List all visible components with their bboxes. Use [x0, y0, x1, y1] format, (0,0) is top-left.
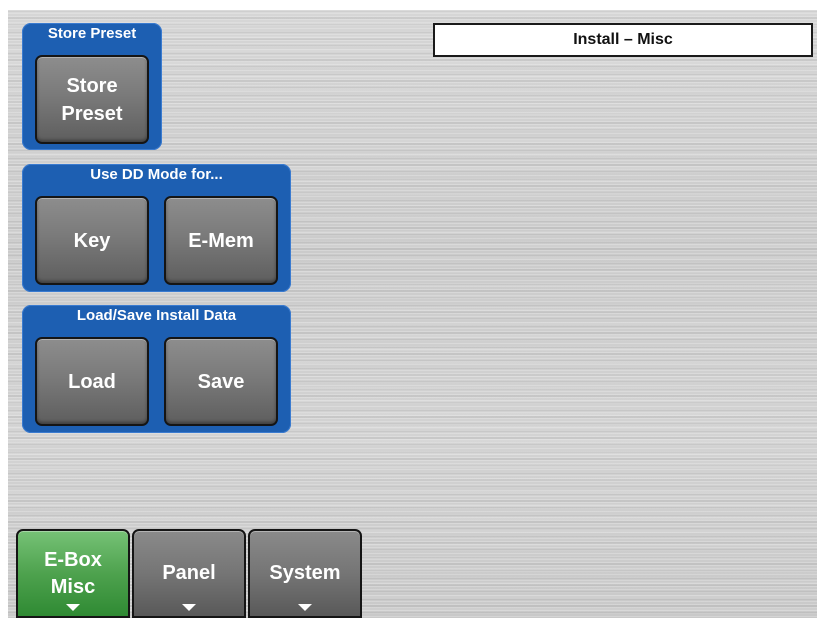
store-preset-button-line1: Store [66, 74, 118, 97]
dd-mode-group-title: Use DD Mode for... [90, 166, 223, 183]
key-button[interactable]: Key [35, 196, 149, 285]
e-mem-button-label: E-Mem [188, 229, 254, 252]
tab-e-box-misc-line1: E-Box [44, 548, 102, 571]
dropdown-arrow-icon [182, 604, 196, 611]
save-button-label: Save [197, 370, 245, 393]
menu-screen: Install – Misc Store Preset Store Preset… [8, 10, 817, 618]
load-button[interactable]: Load [35, 337, 149, 426]
store-preset-group-title: Store Preset [47, 25, 137, 42]
save-button[interactable]: Save [164, 337, 278, 426]
load-button-label: Load [68, 370, 116, 393]
dd-mode-group: Use DD Mode for... Key E-Mem [22, 164, 291, 292]
e-mem-button[interactable]: E-Mem [164, 196, 278, 285]
tab-system-label: System [269, 562, 341, 584]
tab-e-box-misc-line2: Misc [50, 575, 96, 598]
tab-panel[interactable]: Panel [132, 529, 246, 618]
install-data-group-title: Load/Save Install Data [76, 307, 237, 324]
store-preset-button-line2: Preset [61, 102, 123, 125]
tab-panel-label: Panel [162, 562, 216, 584]
store-preset-group: Store Preset Store Preset [22, 23, 162, 150]
tab-system[interactable]: System [248, 529, 362, 618]
page-title: Install – Misc [433, 23, 813, 57]
tab-e-box-misc[interactable]: E-Box Misc [16, 529, 130, 618]
store-preset-button[interactable]: Store Preset [35, 55, 149, 144]
key-button-label: Key [73, 229, 111, 252]
dropdown-arrow-icon [66, 604, 80, 611]
dropdown-arrow-icon [298, 604, 312, 611]
install-data-group: Load/Save Install Data Load Save [22, 305, 291, 433]
